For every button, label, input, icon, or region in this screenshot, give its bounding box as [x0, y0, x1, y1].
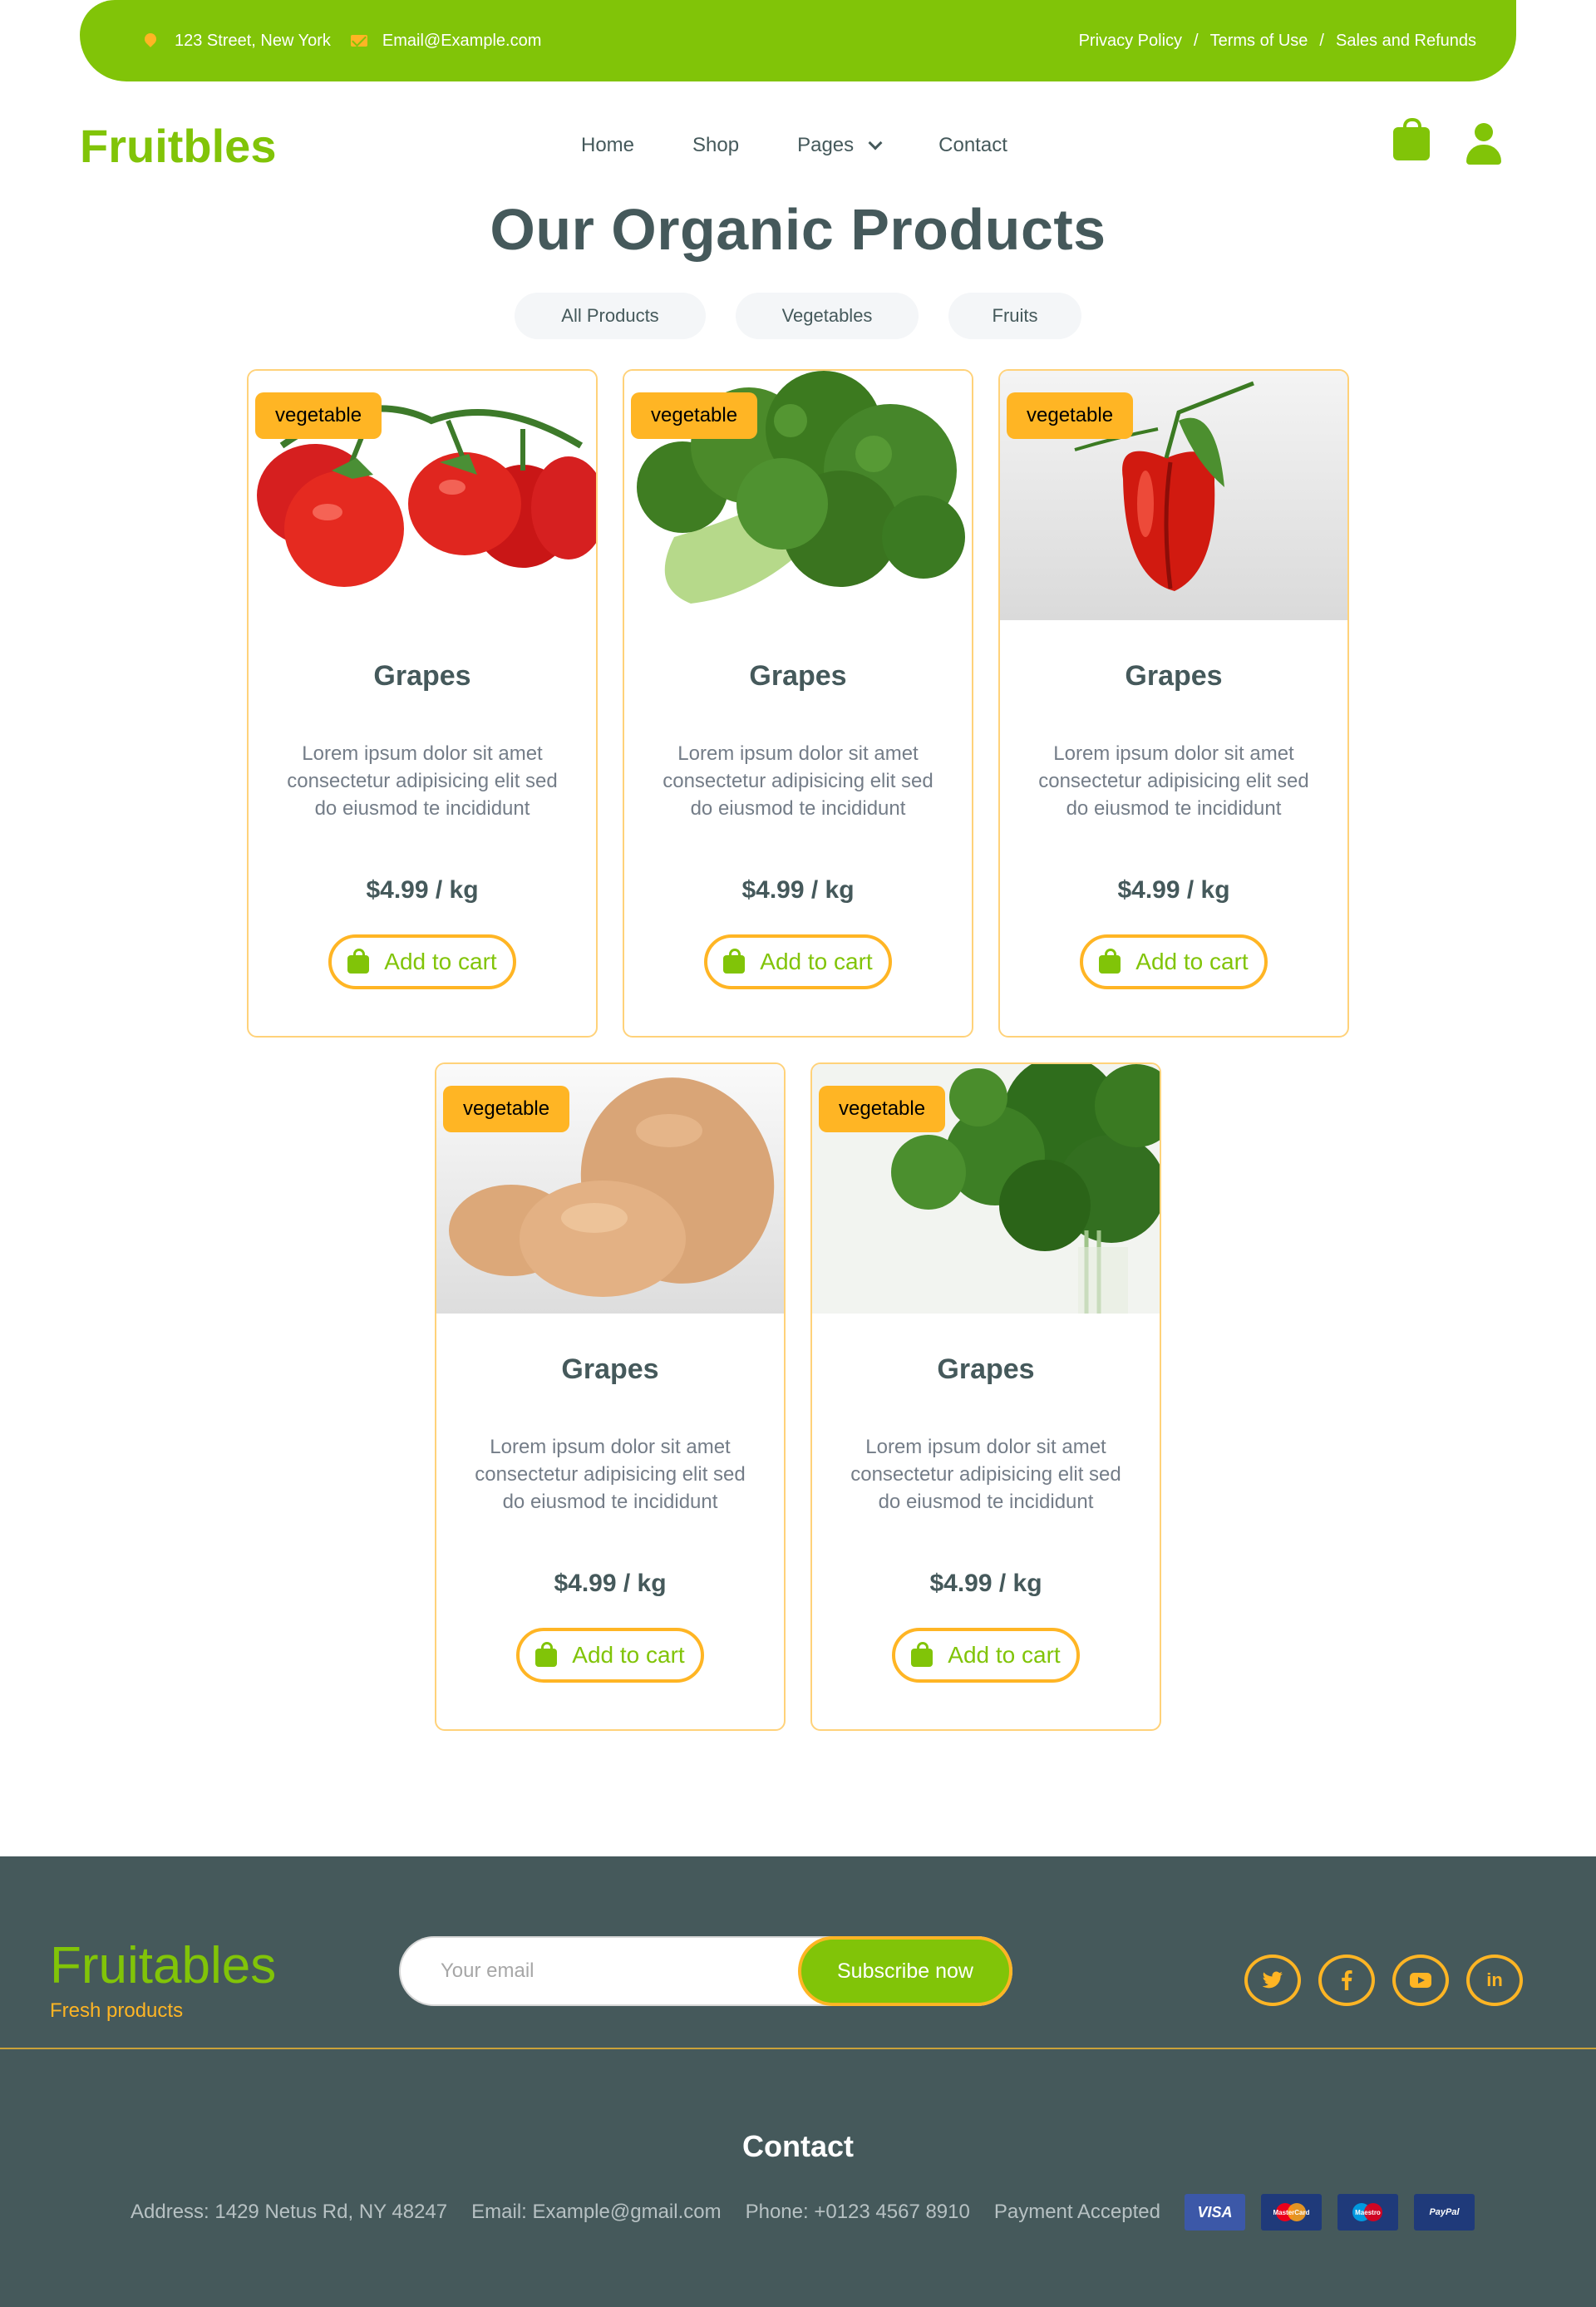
email-input[interactable]: [441, 1938, 790, 2004]
facebook-icon[interactable]: [1318, 1955, 1375, 2006]
topbar-address: 123 Street, New York: [142, 31, 331, 51]
add-to-cart-label: Add to cart: [572, 1642, 685, 1668]
product-name: Grapes: [561, 1353, 659, 1385]
category-badge: vegetable: [443, 1086, 570, 1132]
add-to-cart-button[interactable]: Add to cart: [892, 1628, 1080, 1683]
nav-item-label: Shop: [692, 134, 740, 156]
nav-item-pages[interactable]: Pages: [797, 134, 883, 157]
mastercard-icon: MasterCard: [1260, 2194, 1322, 2231]
section-title: Our Organic Products: [490, 197, 1106, 262]
category-badge: vegetable: [631, 392, 758, 439]
shopping-bag-icon: [347, 949, 370, 974]
product-card: vegetable Grapes Lorem ipsum dolor sit a…: [998, 369, 1349, 1038]
topbar-email: Email@Example.com: [350, 32, 541, 51]
product-name: Grapes: [937, 1353, 1035, 1385]
shopping-bag-icon: [911, 1642, 933, 1667]
topbar-address-text: 123 Street, New York: [175, 31, 331, 50]
product-name: Grapes: [749, 660, 847, 692]
contact-email[interactable]: Email: Example@gmail.com: [471, 2201, 721, 2224]
add-to-cart-label: Add to cart: [1135, 949, 1249, 974]
product-card: vegetable Grapes Lorem ipsum dolor sit a…: [810, 1062, 1161, 1731]
add-to-cart-button[interactable]: Add to cart: [704, 934, 892, 989]
brand-logo[interactable]: Fruitbles: [80, 119, 276, 173]
product-price: $4.99 / kg: [554, 1570, 667, 1597]
link-separator: /: [1194, 31, 1199, 50]
category-badge: vegetable: [255, 392, 382, 439]
payment-methods: VISA MasterCard Maestro PayPal: [1184, 2194, 1490, 2231]
social-links: in: [1244, 1955, 1540, 2006]
contact-phone[interactable]: Phone: +0123 4567 8910: [746, 2201, 970, 2224]
add-to-cart-label: Add to cart: [760, 949, 873, 974]
add-to-cart-label: Add to cart: [384, 949, 497, 974]
product-description: Lorem ipsum dolor sit amet consectetur a…: [475, 1436, 746, 1513]
product-description: Lorem ipsum dolor sit amet consectetur a…: [1038, 742, 1309, 820]
product-price: $4.99 / kg: [929, 1570, 1042, 1597]
footer-divider: [0, 2048, 1596, 2049]
filter-fruits[interactable]: Fruits: [948, 293, 1081, 339]
subscribe-button[interactable]: Subscribe now: [798, 1936, 1012, 2006]
site-footer: Fruitables Fresh products Subscribe now …: [0, 1856, 1596, 2307]
product-card: vegetable Grapes Lorem ipsum dolor sit a…: [435, 1062, 786, 1731]
user-icon[interactable]: [1466, 123, 1501, 165]
add-to-cart-label: Add to cart: [948, 1642, 1061, 1668]
nav-item-home[interactable]: Home: [581, 134, 634, 157]
nav-menu: Home Shop Pages Contact: [581, 108, 1066, 183]
topbar-email-text[interactable]: Email@Example.com: [382, 32, 541, 51]
product-description: Lorem ipsum dolor sit amet consectetur a…: [663, 742, 933, 820]
envelope-icon: [350, 33, 367, 48]
mastercard-label: MasterCard: [1273, 2208, 1310, 2216]
product-description: Lorem ipsum dolor sit amet consectetur a…: [287, 742, 558, 820]
nav-item-label: Home: [581, 134, 635, 156]
maestro-icon: Maestro: [1337, 2194, 1398, 2231]
nav-item-contact[interactable]: Contact: [938, 134, 1007, 157]
footer-logo[interactable]: Fruitables: [50, 1936, 276, 1995]
product-price: $4.99 / kg: [741, 876, 855, 904]
product-price: $4.99 / kg: [1117, 876, 1230, 904]
linkedin-icon[interactable]: in: [1466, 1955, 1523, 2006]
product-price: $4.99 / kg: [366, 876, 479, 904]
contact-info: Address: 1429 Netus Rd, NY 48247 Email: …: [131, 2194, 1490, 2231]
add-to-cart-button[interactable]: Add to cart: [328, 934, 516, 989]
category-badge: vegetable: [1007, 392, 1134, 439]
newsletter-form: Subscribe now: [399, 1936, 1012, 2006]
privacy-policy-link[interactable]: Privacy Policy: [1079, 32, 1182, 51]
shopping-bag-icon[interactable]: [1393, 118, 1430, 160]
nav-item-label: Pages: [797, 134, 855, 156]
nav-item-shop[interactable]: Shop: [692, 134, 739, 157]
chevron-down-icon: [868, 136, 883, 150]
category-badge: vegetable: [819, 1086, 946, 1132]
visa-icon: VISA: [1184, 2194, 1245, 2231]
sales-refunds-link[interactable]: Sales and Refunds: [1336, 32, 1476, 51]
nav-item-label: Contact: [938, 134, 1007, 156]
top-bar: 123 Street, New York Email@Example.com P…: [80, 0, 1516, 81]
filter-all-products[interactable]: All Products: [515, 293, 706, 339]
main-navbar: Fruitbles Home Shop Pages Contact: [80, 108, 1516, 183]
link-separator: /: [1319, 31, 1324, 50]
twitter-icon[interactable]: [1244, 1955, 1301, 2006]
footer-tagline: Fresh products: [50, 1999, 184, 2022]
product-description: Lorem ipsum dolor sit amet consectetur a…: [850, 1436, 1121, 1513]
maestro-label: Maestro: [1355, 2208, 1381, 2216]
topbar-contact: 123 Street, New York Email@Example.com: [142, 31, 561, 51]
terms-of-use-link[interactable]: Terms of Use: [1210, 32, 1308, 51]
add-to-cart-button[interactable]: Add to cart: [516, 1628, 704, 1683]
shopping-bag-icon: [1099, 949, 1121, 974]
product-name: Grapes: [1125, 660, 1223, 692]
product-filters: All Products Vegetables Fruits: [0, 293, 1596, 339]
product-name: Grapes: [373, 660, 471, 692]
add-to-cart-button[interactable]: Add to cart: [1080, 934, 1268, 989]
location-pin-icon: [142, 31, 159, 48]
youtube-icon[interactable]: [1392, 1955, 1449, 2006]
payment-label: Payment Accepted: [993, 2201, 1160, 2223]
shopping-bag-icon: [723, 949, 746, 974]
product-card: vegetable Grapes Lorem ipsum dolor sit a…: [623, 369, 973, 1038]
filter-vegetables[interactable]: Vegetables: [736, 293, 919, 339]
contact-heading: Contact: [742, 2129, 854, 2163]
product-card: vegetable Grapes Lorem ipsum dolor sit a…: [247, 369, 598, 1038]
shopping-bag-icon: [535, 1642, 558, 1667]
nav-icons: [1393, 118, 1501, 165]
topbar-links: Privacy Policy / Terms of Use / Sales an…: [1079, 32, 1476, 51]
contact-address: Address: 1429 Netus Rd, NY 48247: [131, 2201, 448, 2223]
paypal-icon: PayPal: [1413, 2194, 1475, 2231]
